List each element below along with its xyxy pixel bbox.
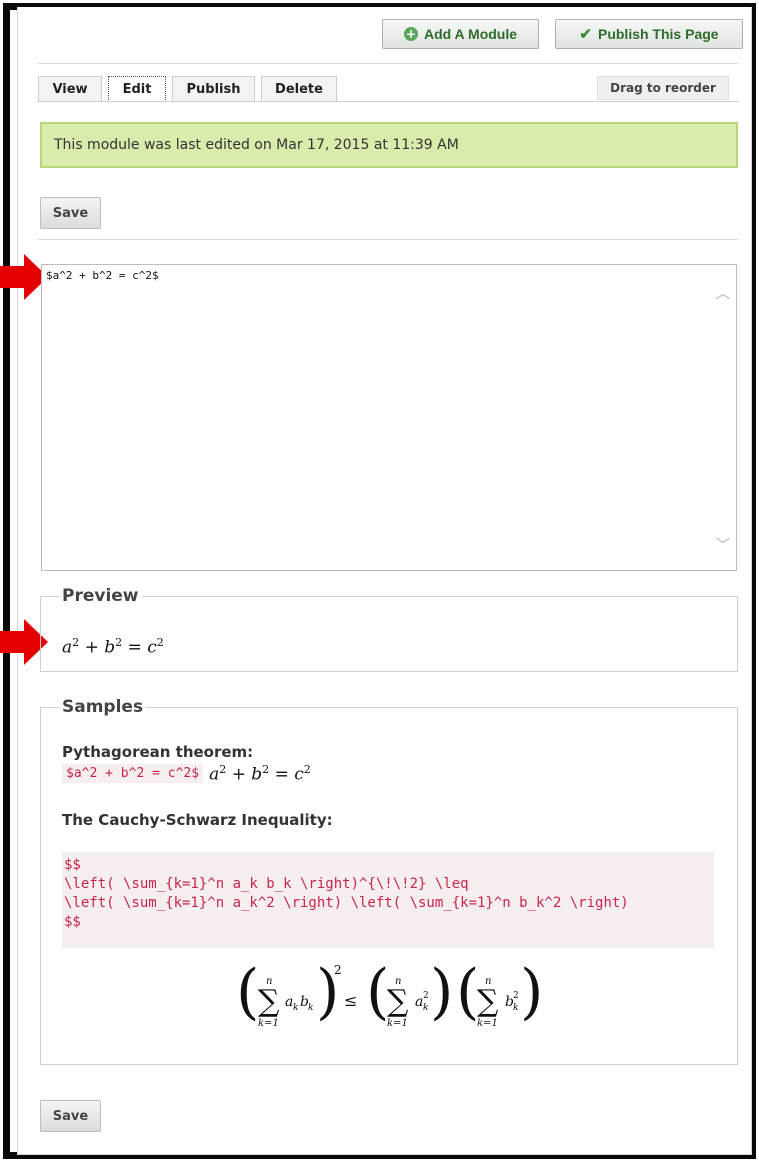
code-line: $$ bbox=[64, 857, 81, 873]
svg-text:n: n bbox=[266, 976, 272, 987]
svg-text:k=1: k=1 bbox=[258, 1018, 279, 1029]
pythagorean-rendered-formula: a2 + b2 = c2 bbox=[209, 763, 311, 785]
save-label: Save bbox=[52, 205, 89, 221]
last-edited-notice: This module was last edited on Mar 17, 2… bbox=[40, 122, 738, 168]
tab-edit-label: Edit bbox=[122, 82, 152, 97]
tab-view[interactable]: View bbox=[38, 76, 102, 101]
tab-publish[interactable]: Publish bbox=[172, 76, 255, 101]
svg-text:k: k bbox=[293, 1003, 298, 1013]
svg-text:): ) bbox=[430, 957, 453, 1027]
chevron-up-icon[interactable]: ︿ bbox=[714, 285, 732, 301]
svg-text:(: ( bbox=[236, 957, 259, 1027]
notice-text: This module was last edited on Mar 17, 2… bbox=[54, 137, 459, 153]
svg-text:): ) bbox=[520, 957, 543, 1027]
preview-panel: Preview a2 + b2 = c2 bbox=[40, 586, 738, 672]
save-button-top[interactable]: Save bbox=[40, 197, 101, 229]
tab-divider bbox=[37, 101, 739, 102]
svg-text:2: 2 bbox=[423, 991, 429, 1001]
latex-editor-textarea[interactable]: $a^2 + b^2 = c^2$ ︿ ﹀ bbox=[41, 264, 737, 571]
code-line: $$ bbox=[64, 914, 81, 930]
svg-text:k=1: k=1 bbox=[477, 1018, 498, 1029]
svg-text:(: ( bbox=[456, 957, 479, 1027]
svg-text:k: k bbox=[423, 1003, 428, 1013]
plus-circle-icon: + bbox=[403, 27, 418, 41]
tab-delete[interactable]: Delete bbox=[261, 76, 337, 101]
pythagorean-code: $a^2 + b^2 = c^2$ bbox=[62, 764, 204, 784]
save-divider bbox=[38, 239, 738, 240]
svg-text:k: k bbox=[513, 1003, 518, 1013]
code-line: \left( \sum_{k=1}^n a_k^2 \right) \left(… bbox=[64, 895, 629, 911]
publish-page-label: Publish This Page bbox=[597, 26, 719, 42]
svg-text:∑: ∑ bbox=[477, 984, 499, 1019]
tab-edit[interactable]: Edit bbox=[108, 76, 166, 102]
cauchy-code-block: $$ \left( \sum_{k=1}^n a_k b_k \right)^{… bbox=[62, 852, 714, 948]
svg-text:n: n bbox=[395, 976, 401, 987]
samples-legend: Samples bbox=[62, 697, 144, 717]
svg-text:(: ( bbox=[366, 957, 389, 1027]
add-module-label: Add A Module bbox=[423, 26, 518, 42]
svg-text:2: 2 bbox=[513, 991, 519, 1001]
checkmark-icon: ✔ bbox=[579, 26, 592, 43]
svg-text:k: k bbox=[308, 1003, 313, 1013]
save-button-bottom[interactable]: Save bbox=[40, 1100, 101, 1132]
add-module-button[interactable]: + Add A Module bbox=[382, 19, 539, 49]
svg-text:∑: ∑ bbox=[258, 984, 280, 1019]
drag-label: Drag to reorder bbox=[610, 81, 716, 95]
publish-page-button[interactable]: ✔ Publish This Page bbox=[555, 19, 743, 49]
chevron-down-icon[interactable]: ﹀ bbox=[714, 537, 732, 553]
preview-rendered-formula: a2 + b2 = c2 bbox=[62, 636, 164, 658]
svg-text:k=1: k=1 bbox=[387, 1018, 408, 1029]
drag-to-reorder-handle[interactable]: Drag to reorder bbox=[597, 76, 729, 100]
code-line: \left( \sum_{k=1}^n a_k b_k \right)^{\!\… bbox=[64, 876, 469, 892]
tab-delete-label: Delete bbox=[275, 81, 323, 97]
pythagorean-title: Pythagorean theorem: bbox=[62, 743, 254, 761]
svg-text:≤: ≤ bbox=[344, 991, 357, 1010]
cauchy-title: The Cauchy-Schwarz Inequality: bbox=[62, 811, 333, 829]
cauchy-rendered-formula: ( ∑ n k=1 a k b k ) 2 ≤ ( ∑ n k=1 a 2 k … bbox=[236, 957, 543, 1029]
pythagorean-sample: $a^2 + b^2 = c^2$ a2 + b2 = c2 bbox=[62, 763, 311, 785]
svg-text:n: n bbox=[485, 976, 491, 987]
toolbar-divider bbox=[38, 63, 738, 64]
tab-publish-label: Publish bbox=[186, 81, 241, 97]
preview-legend: Preview bbox=[62, 586, 139, 606]
svg-text:∑: ∑ bbox=[387, 984, 409, 1019]
save-label: Save bbox=[52, 1108, 89, 1124]
svg-text:2: 2 bbox=[334, 963, 342, 977]
editor-content[interactable]: $a^2 + b^2 = c^2$ bbox=[46, 269, 159, 282]
tab-view-label: View bbox=[52, 81, 88, 97]
